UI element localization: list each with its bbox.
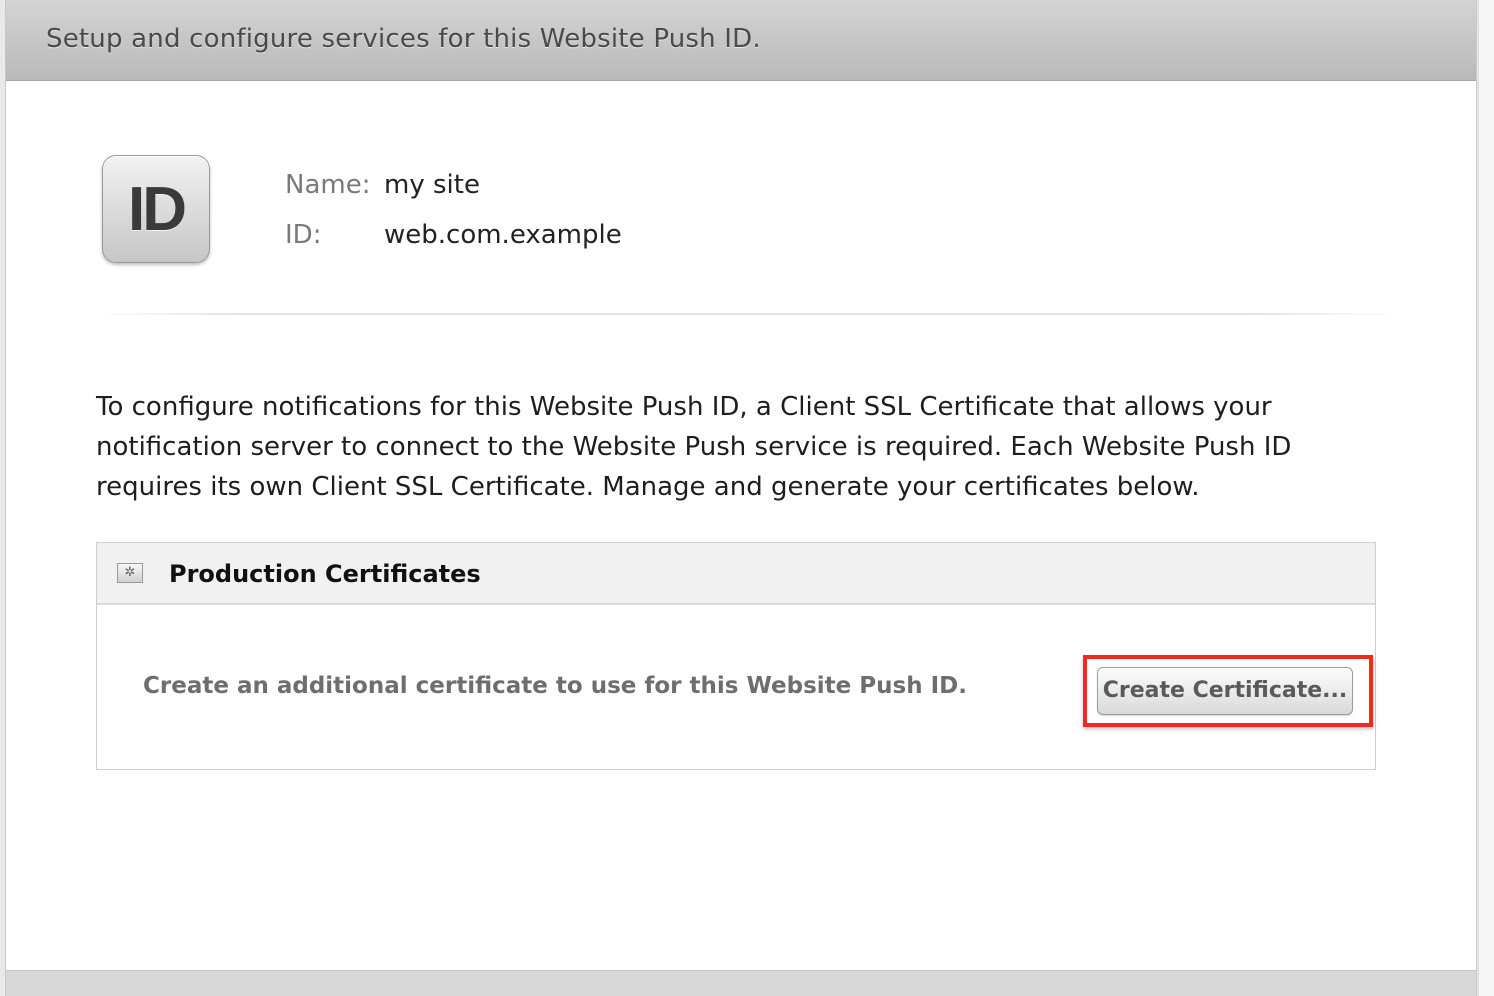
certificate-icon: ✲	[117, 563, 143, 583]
id-icon: ID	[102, 155, 210, 263]
configuration-description: To configure notifications for this Webs…	[96, 392, 1292, 502]
footer-bar	[6, 970, 1476, 996]
section-divider	[92, 313, 1402, 315]
production-certificates-header: ✲ Production Certificates	[97, 543, 1375, 605]
create-certificate-description: Create an additional certificate to use …	[143, 673, 967, 699]
id-badge-text: ID	[128, 175, 187, 244]
create-certificate-button[interactable]: Create Certificate...	[1097, 667, 1353, 715]
production-certificates-title: Production Certificates	[169, 560, 481, 588]
id-label: ID:	[285, 220, 322, 250]
name-value: my site	[384, 170, 480, 200]
header-bar: Setup and configure services for this We…	[6, 0, 1476, 81]
page-container: Setup and configure services for this We…	[5, 0, 1477, 996]
window-edge	[1478, 0, 1494, 996]
id-value: web.com.example	[384, 220, 622, 250]
name-label: Name:	[285, 170, 371, 200]
production-certificates-panel: ✲ Production Certificates Create an addi…	[96, 542, 1376, 770]
page-title: Setup and configure services for this We…	[46, 24, 761, 54]
